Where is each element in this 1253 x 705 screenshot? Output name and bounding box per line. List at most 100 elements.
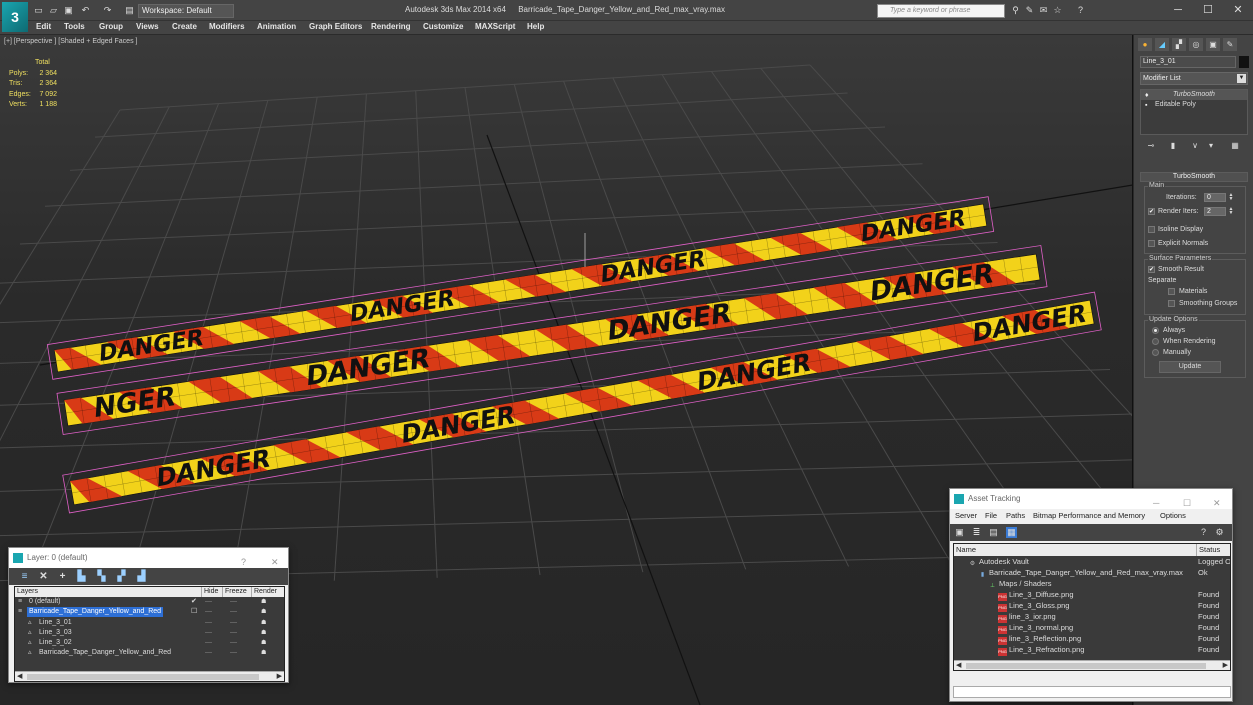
pin-stack-icon[interactable]: ⊸ <box>1146 141 1156 151</box>
asset-horizontal-scrollbar[interactable]: ◀ ▶ <box>954 660 1230 670</box>
render-teapot-icon[interactable]: ☗ <box>261 628 266 638</box>
minimize-button[interactable]: ─ <box>1168 2 1188 18</box>
freeze-toggle[interactable]: — <box>230 597 237 607</box>
configure-sets-icon[interactable]: ▦ <box>1230 141 1240 151</box>
open-file-icon[interactable]: ▱ <box>48 5 59 16</box>
menu-help[interactable]: Help <box>527 22 544 31</box>
remove-modifier-icon[interactable]: ▾ <box>1206 141 1216 151</box>
asset-row[interactable]: ⚙ Autodesk Vault Logged O <box>954 556 1230 567</box>
layer-row[interactable]: ▵ Line_3_03 — — ☗ <box>15 628 284 638</box>
checkout-icon[interactable]: ▣ <box>954 527 965 538</box>
turbosmooth-rollout-header[interactable]: TurboSmooth <box>1140 172 1248 182</box>
render-teapot-icon[interactable]: ☗ <box>261 648 266 658</box>
column-freeze[interactable]: Freeze <box>222 587 247 597</box>
show-end-result-icon[interactable]: ▮ <box>1168 141 1178 151</box>
add-selection-icon[interactable]: ▙ <box>76 571 87 582</box>
modify-tab-icon[interactable]: ◢ <box>1155 38 1169 51</box>
menu-paths[interactable]: Paths <box>1006 511 1025 520</box>
always-radio[interactable] <box>1152 327 1159 334</box>
scrollbar-thumb[interactable] <box>27 674 259 680</box>
search-input[interactable]: Type a keyword or phrase <box>877 4 1005 18</box>
menu-graph-editors[interactable]: Graph Editors <box>309 22 362 31</box>
communication-icon[interactable]: ✉ <box>1038 5 1049 16</box>
project-folder-icon[interactable]: ▤ <box>124 5 135 16</box>
current-layer-check-icon[interactable]: ✔ <box>191 597 197 607</box>
hide-toggle[interactable]: — <box>205 618 212 628</box>
spinner-arrows-icon[interactable]: ▲ ▼ <box>1228 193 1234 202</box>
layer-row[interactable]: ▵ Line_3_02 — — ☗ <box>15 638 284 648</box>
hide-toggle[interactable]: — <box>205 628 212 638</box>
asset-row[interactable]: PNG Line_3_normal.png Found <box>954 622 1230 634</box>
help-icon[interactable]: ? <box>1075 5 1086 16</box>
utilities-tab-icon[interactable]: ✎ <box>1223 38 1237 51</box>
object-color-swatch[interactable] <box>1239 56 1249 68</box>
table-view-icon[interactable]: ▦ <box>1006 527 1017 538</box>
menu-bitmap-performance[interactable]: Bitmap Performance and Memory <box>1033 511 1145 520</box>
menu-file[interactable]: File <box>985 511 997 520</box>
layer-name[interactable]: 0 (default) <box>27 597 63 607</box>
spinner-arrows-icon[interactable]: ▲ ▼ <box>1228 207 1234 216</box>
freeze-toggle[interactable]: — <box>230 638 237 648</box>
menu-options[interactable]: Options <box>1160 511 1186 520</box>
layer-name[interactable]: Line_3_03 <box>37 628 74 638</box>
menu-tools[interactable]: Tools <box>64 22 85 31</box>
asset-row[interactable]: PNG line_3_ior.png Found <box>954 611 1230 623</box>
render-teapot-icon[interactable]: ☗ <box>261 597 266 607</box>
redo-icon[interactable]: ↷ <box>102 5 113 16</box>
asset-row[interactable]: PNG Line_3_Refraction.png Found <box>954 644 1230 656</box>
layer-dialog-titlebar[interactable]: Layer: 0 (default) ? ✕ <box>9 548 288 568</box>
new-file-icon[interactable]: ▭ <box>33 5 44 16</box>
column-hide[interactable]: Hide <box>201 587 218 597</box>
render-teapot-icon[interactable]: ☗ <box>261 638 266 648</box>
hide-toggle[interactable]: — <box>205 638 212 648</box>
menu-create[interactable]: Create <box>172 22 197 31</box>
hide-toggle[interactable]: — <box>205 648 212 658</box>
menu-edit[interactable]: Edit <box>36 22 51 31</box>
set-current-icon[interactable]: ☐ <box>191 607 197 617</box>
freeze-toggle[interactable]: — <box>230 628 237 638</box>
menu-server[interactable]: Server <box>955 511 977 520</box>
settings-icon[interactable]: ⚙ <box>1214 527 1225 538</box>
close-button[interactable]: ✕ <box>1228 2 1248 18</box>
binoculars-icon[interactable]: ⚲ <box>1010 5 1021 16</box>
explicit-normals-checkbox[interactable] <box>1148 240 1155 247</box>
maximize-button[interactable]: ☐ <box>1198 2 1218 18</box>
render-iters-spinner[interactable]: 2 <box>1204 207 1226 216</box>
make-unique-icon[interactable]: ∨ <box>1190 141 1200 151</box>
when-rendering-radio[interactable] <box>1152 338 1159 345</box>
hide-toggle[interactable]: — <box>205 597 212 607</box>
scroll-left-icon[interactable]: ◀ <box>17 672 22 680</box>
save-file-icon[interactable]: ▣ <box>63 5 74 16</box>
scrollbar-thumb[interactable] <box>966 663 1206 669</box>
smooth-result-checkbox[interactable]: ✔ <box>1148 266 1155 273</box>
scroll-left-icon[interactable]: ◀ <box>956 661 961 669</box>
subscription-icon[interactable]: ✎ <box>1024 5 1035 16</box>
smoothing-groups-checkbox[interactable] <box>1168 300 1175 307</box>
column-status[interactable]: Status <box>1196 544 1220 556</box>
scroll-right-icon[interactable]: ▶ <box>1223 661 1228 669</box>
app-logo-button[interactable]: 3 <box>2 2 28 32</box>
delete-layer-icon[interactable]: ✕ <box>38 571 49 582</box>
layer-row[interactable]: ▵ Line_3_01 — — ☗ <box>15 618 284 628</box>
create-tab-icon[interactable]: ● <box>1138 38 1152 51</box>
highlight-layer-icon[interactable]: ▞ <box>116 571 127 582</box>
menu-modifiers[interactable]: Modifiers <box>209 22 245 31</box>
workspace-dropdown[interactable]: Workspace: Default <box>138 4 234 18</box>
layer-row[interactable]: ≡ 0 (default) ✔ — — ☗ <box>15 597 284 607</box>
scroll-right-icon[interactable]: ▶ <box>277 672 282 680</box>
manually-radio[interactable] <box>1152 349 1159 356</box>
hide-all-icon[interactable]: ▟ <box>136 571 147 582</box>
render-teapot-icon[interactable]: ☗ <box>261 607 266 617</box>
freeze-toggle[interactable]: — <box>230 607 237 617</box>
object-name-field[interactable]: Line_3_01 <box>1140 56 1236 68</box>
hierarchy-tab-icon[interactable]: ▞ <box>1172 38 1186 51</box>
render-teapot-icon[interactable]: ☗ <box>261 618 266 628</box>
column-render[interactable]: Render <box>251 587 277 597</box>
select-layer-icon[interactable]: ≡ <box>19 571 30 582</box>
menu-animation[interactable]: Animation <box>257 22 296 31</box>
column-layers[interactable]: Layers <box>15 587 38 597</box>
layer-name[interactable]: Barricade_Tape_Danger_Yellow_and_Red <box>37 648 173 658</box>
layer-row[interactable]: ▵ Barricade_Tape_Danger_Yellow_and_Red — — ☗ <box>15 648 284 658</box>
asset-dialog-titlebar[interactable]: Asset Tracking ─ ☐ ✕ <box>950 489 1232 509</box>
menu-views[interactable]: Views <box>136 22 159 31</box>
